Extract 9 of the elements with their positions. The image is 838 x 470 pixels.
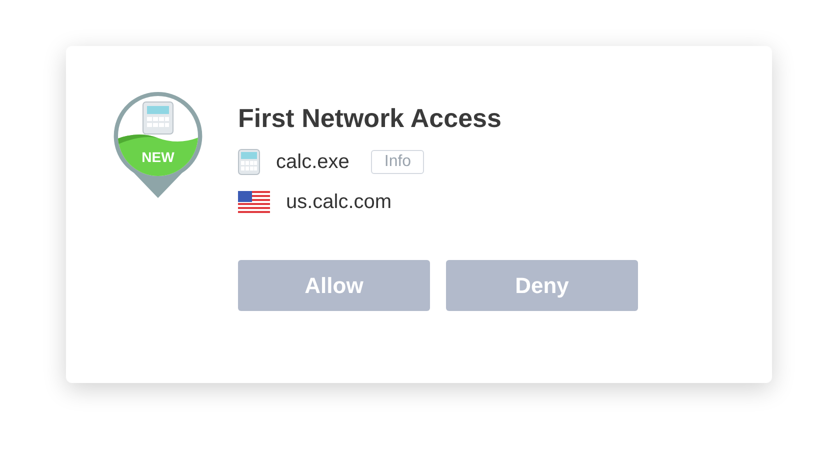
- app-name: calc.exe: [276, 150, 350, 174]
- calculator-icon: [238, 149, 260, 175]
- deny-button[interactable]: Deny: [446, 260, 638, 311]
- dialog-title: First Network Access: [238, 103, 502, 135]
- flag-icon: [238, 191, 270, 213]
- info-button[interactable]: Info: [371, 150, 424, 174]
- host-name: us.calc.com: [286, 190, 392, 214]
- allow-button[interactable]: Allow: [238, 260, 430, 311]
- badge-label: NEW: [140, 149, 176, 165]
